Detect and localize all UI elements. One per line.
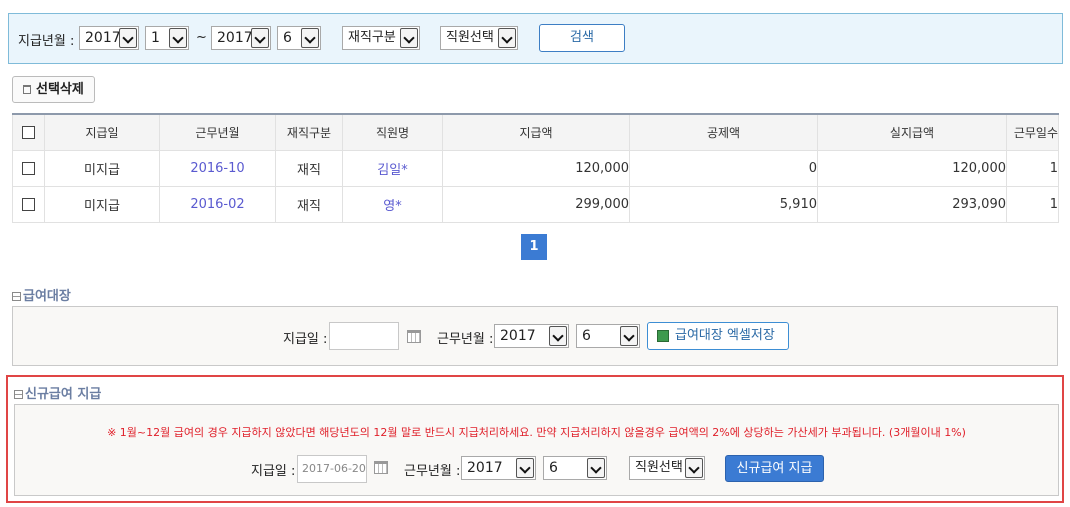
chevron-down-icon xyxy=(498,28,516,48)
cell-name-link[interactable]: 김일* xyxy=(342,149,443,187)
from-month-select[interactable]: 1 xyxy=(145,26,189,50)
new-work-month-label: 근무년월 : xyxy=(404,464,461,479)
chevron-down-icon xyxy=(587,458,605,478)
new-pay-date-label: 지급일 : xyxy=(251,464,296,479)
delete-selected-button[interactable]: 선택삭제 xyxy=(12,76,95,103)
payroll-section-title: 급여대장 xyxy=(12,285,71,304)
payroll-year-select[interactable]: 2017 xyxy=(494,324,569,348)
row-checkbox[interactable] xyxy=(22,197,35,211)
cell-pay-date: 미지급 xyxy=(44,185,160,224)
row-checkbox-cell[interactable] xyxy=(12,149,45,187)
new-employee-select[interactable]: 직원선택 xyxy=(629,456,705,480)
new-pay-section: 신규급여 지급 ※ 1월~12월 급여의 경우 지급하지 않았다면 해당년도의 … xyxy=(6,375,1064,503)
pay-month-label: 지급년월 : xyxy=(18,34,75,49)
chevron-down-icon xyxy=(169,28,187,48)
search-button[interactable]: 검색 xyxy=(539,24,625,52)
cell-deduction: 5,910 xyxy=(629,185,818,224)
list-icon xyxy=(14,390,23,399)
header-name: 직원명 xyxy=(342,113,443,151)
header-status: 재직구분 xyxy=(275,113,343,151)
cell-work-days: 1 xyxy=(1006,185,1059,224)
payroll-work-month-label: 근무년월 : xyxy=(437,332,494,347)
cell-work-month-link[interactable]: 2016-02 xyxy=(159,185,276,224)
trash-icon xyxy=(23,85,31,94)
row-checkbox-cell[interactable] xyxy=(12,185,45,224)
list-icon xyxy=(12,292,21,301)
cell-work-month-link[interactable]: 2016-10 xyxy=(159,149,276,187)
header-work-month: 근무년월 xyxy=(159,113,276,151)
row-checkbox[interactable] xyxy=(22,161,35,175)
excel-icon xyxy=(657,330,669,342)
new-pay-panel: ※ 1월~12월 급여의 경우 지급하지 않았다면 해당년도의 12월 말로 반… xyxy=(14,404,1059,496)
payroll-month-select[interactable]: 6 xyxy=(576,324,640,348)
header-pay: 지급액 xyxy=(442,113,630,151)
payroll-table: 지급일 근무년월 재직구분 직원명 지급액 공제액 실지급액 근무일수 미지급 … xyxy=(12,113,1059,224)
chevron-down-icon xyxy=(549,326,567,346)
cell-pay: 299,000 xyxy=(442,185,630,224)
calendar-icon[interactable] xyxy=(407,330,421,343)
cell-net-pay: 120,000 xyxy=(817,149,1007,187)
chevron-down-icon xyxy=(516,458,534,478)
payroll-pay-date-input[interactable] xyxy=(329,322,399,350)
header-deduction: 공제액 xyxy=(629,113,818,151)
payroll-pay-date-label: 지급일 : xyxy=(283,332,328,347)
to-year-select[interactable]: 2017 xyxy=(211,26,271,50)
table-row: 미지급 2016-02 재직 영* 299,000 5,910 293,090 … xyxy=(12,185,1059,224)
payroll-panel: 지급일 : 근무년월 : 2017 6 급여대장 엑셀저장 xyxy=(12,306,1058,366)
pagination-page-1[interactable]: 1 xyxy=(521,234,547,260)
cell-pay-date: 미지급 xyxy=(44,149,160,187)
status-select[interactable]: 재직구분 xyxy=(342,26,420,50)
chevron-down-icon xyxy=(685,458,703,478)
excel-export-button[interactable]: 급여대장 엑셀저장 xyxy=(647,322,789,350)
employee-select[interactable]: 직원선택 xyxy=(440,26,518,50)
header-work-days: 근무일수 xyxy=(1006,113,1059,151)
header-pay-date: 지급일 xyxy=(44,113,160,151)
new-pay-date-input[interactable]: 2017-06-20 xyxy=(297,455,367,483)
cell-status: 재직 xyxy=(275,185,343,224)
chevron-down-icon xyxy=(400,28,418,48)
tax-notice: ※ 1월~12월 급여의 경우 지급하지 않았다면 해당년도의 12월 말로 반… xyxy=(107,426,966,439)
cell-pay: 120,000 xyxy=(442,149,630,187)
table-row: 미지급 2016-10 재직 김일* 120,000 0 120,000 1 xyxy=(12,149,1059,187)
calendar-icon[interactable] xyxy=(374,461,388,474)
select-all-checkbox[interactable] xyxy=(22,126,35,140)
new-year-select[interactable]: 2017 xyxy=(461,456,536,480)
new-pay-section-title: 신규급여 지급 xyxy=(14,383,101,402)
cell-status: 재직 xyxy=(275,149,343,187)
new-month-select[interactable]: 6 xyxy=(543,456,607,480)
to-month-select[interactable]: 6 xyxy=(277,26,321,50)
cell-name-link[interactable]: 영* xyxy=(342,185,443,224)
cell-work-days: 1 xyxy=(1006,149,1059,187)
chevron-down-icon xyxy=(119,28,137,48)
range-tilde: ~ xyxy=(196,30,207,45)
chevron-down-icon xyxy=(251,28,269,48)
chevron-down-icon xyxy=(620,326,638,346)
cell-net-pay: 293,090 xyxy=(817,185,1007,224)
chevron-down-icon xyxy=(301,28,319,48)
header-net-pay: 실지급액 xyxy=(817,113,1007,151)
select-all-cell[interactable] xyxy=(12,113,45,151)
cell-deduction: 0 xyxy=(629,149,818,187)
table-header-row: 지급일 근무년월 재직구분 직원명 지급액 공제액 실지급액 근무일수 xyxy=(12,113,1059,151)
new-pay-submit-button[interactable]: 신규급여 지급 xyxy=(725,455,824,482)
search-bar: 지급년월 : 2017 1 ~ 2017 6 재직구분 직원선택 검색 xyxy=(8,13,1063,64)
from-year-select[interactable]: 2017 xyxy=(79,26,139,50)
